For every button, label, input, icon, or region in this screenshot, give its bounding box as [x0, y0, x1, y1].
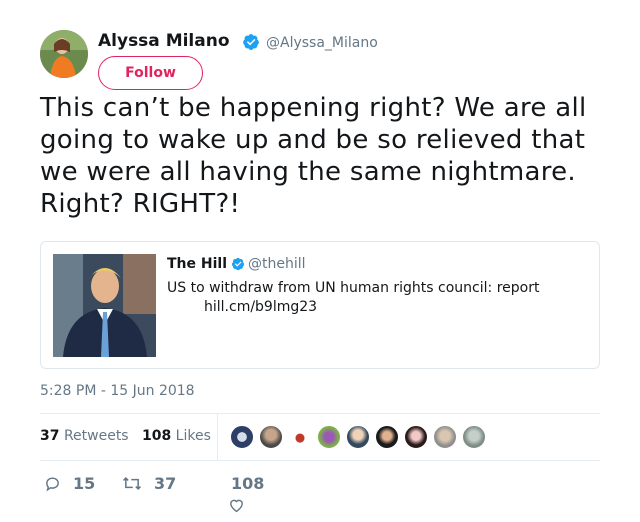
- retweets-label: Retweets: [63, 428, 129, 444]
- like-button[interactable]: [228, 497, 245, 513]
- likes-count: 108: [141, 428, 172, 444]
- liker-avatars: [230, 425, 491, 449]
- quoted-tweet-link[interactable]: hill.cm/b9lmg23: [204, 299, 317, 315]
- display-name[interactable]: Alyssa Milano: [98, 31, 230, 51]
- avatar[interactable]: [40, 30, 88, 78]
- like-count: 108: [231, 474, 265, 493]
- liker-avatar[interactable]: [375, 425, 399, 449]
- likes-stat[interactable]: 108 Likes: [142, 428, 211, 444]
- quoted-tweet-name: The Hill: [167, 256, 227, 272]
- liker-avatar[interactable]: [317, 425, 341, 449]
- follow-button[interactable]: Follow: [98, 56, 203, 90]
- tweet-timestamp[interactable]: 5:28 PM - 15 Jun 2018: [40, 383, 195, 399]
- retweet-icon: [122, 477, 142, 490]
- quoted-tweet-image: [53, 254, 156, 357]
- liker-avatar[interactable]: [433, 425, 457, 449]
- retweet-count: 37: [154, 474, 177, 493]
- likes-label: Likes: [175, 428, 211, 444]
- reply-button[interactable]: 15: [44, 474, 95, 493]
- engagement-stats: 37 Retweets 108 Likes: [40, 428, 211, 444]
- quoted-tweet-text: US to withdraw from UN human rights coun…: [167, 280, 540, 296]
- retweets-count: 37: [40, 428, 60, 444]
- reply-icon: [46, 477, 59, 492]
- liker-avatar[interactable]: [259, 425, 283, 449]
- verified-badge-icon: [231, 257, 245, 271]
- divider: [217, 414, 218, 460]
- liker-avatar[interactable]: [404, 425, 428, 449]
- retweet-button[interactable]: 37: [122, 474, 176, 493]
- tweet-text: This can’t be happening right? We are al…: [40, 93, 587, 219]
- like-count-label: 108: [231, 474, 264, 493]
- divider: [40, 413, 600, 414]
- heart-icon: [230, 499, 243, 513]
- liker-avatar[interactable]: [288, 425, 312, 449]
- quoted-tweet-handle: @thehill: [248, 256, 306, 272]
- retweets-stat[interactable]: 37 Retweets: [40, 428, 129, 444]
- liker-avatar[interactable]: [346, 425, 370, 449]
- user-handle[interactable]: @Alyssa_Milano: [266, 35, 378, 51]
- tweet-card: Alyssa Milano @Alyssa_Milano Follow This…: [0, 0, 640, 522]
- liker-avatar[interactable]: [230, 425, 254, 449]
- verified-badge-icon: [243, 34, 259, 50]
- divider: [40, 460, 600, 461]
- quoted-tweet[interactable]: The Hill @thehill US to withdraw from UN…: [40, 241, 600, 369]
- reply-count: 15: [73, 474, 96, 493]
- liker-avatar[interactable]: [462, 425, 486, 449]
